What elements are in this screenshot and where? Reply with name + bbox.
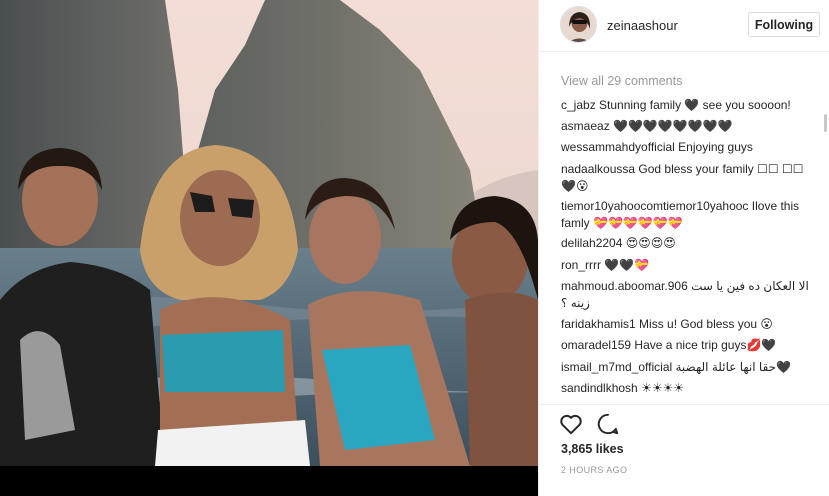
- comment-username[interactable]: delilah2204: [561, 236, 622, 250]
- comment-username[interactable]: ron_rrrr: [561, 258, 601, 272]
- comment-text: Have a nice trip guys💋🖤: [634, 338, 777, 352]
- comment-text: 🖤🖤💝: [604, 258, 650, 272]
- avatar[interactable]: [560, 6, 597, 43]
- comment-item: sandindlkhosh ☀☀☀☀: [561, 380, 811, 397]
- comment-username[interactable]: asmaeaz: [561, 119, 610, 133]
- comment-username[interactable]: c_jabz: [561, 98, 596, 112]
- comment-text: Miss u! God bless you 😮: [639, 317, 773, 331]
- comment-username[interactable]: wessammahdyofficial: [561, 140, 675, 154]
- comment-item: ismail_m7md_official حقا انها عائلة الهض…: [561, 359, 811, 376]
- post-username[interactable]: zeinaashour: [607, 18, 678, 33]
- comment-item: faridakhamis1 Miss u! God bless you 😮: [561, 316, 811, 333]
- comment-item: tiemor10yahoocomtiemor10yahooc Ilove thi…: [561, 198, 811, 232]
- comment-item: omaradel159 Have a nice trip guys💋🖤: [561, 337, 811, 354]
- comment-username[interactable]: omaradel159: [561, 338, 631, 352]
- following-button[interactable]: Following: [748, 12, 820, 37]
- comment-username[interactable]: tiemor10yahoocomtiemor10yahooc: [561, 199, 748, 213]
- comment-text: 🖤🖤🖤🖤🖤🖤🖤🖤: [613, 119, 733, 133]
- comments-scrollbar[interactable]: [824, 114, 827, 132]
- comment-item: nadaalkoussa God bless your family ☐☐ ☐☐…: [561, 161, 811, 195]
- comment-item: ron_rrrr 🖤🖤💝: [561, 257, 811, 274]
- post-sidebar: zeinaashour Following View all 29 commen…: [538, 0, 829, 496]
- comment-username[interactable]: sandindlkhosh: [561, 381, 638, 395]
- heart-outline-icon[interactable]: [558, 411, 584, 437]
- comment-item: mahmoud.aboomar.906 الا العكان ده فين يا…: [561, 278, 811, 312]
- comment-text: Enjoying guys: [678, 140, 753, 154]
- comment-item: wessammahdyofficial Enjoying guys: [561, 139, 811, 156]
- comment-username[interactable]: mahmoud.aboomar.906: [561, 279, 688, 293]
- comment-text: حقا انها عائلة الهضبة🖤: [675, 360, 792, 374]
- likes-count[interactable]: 3,865 likes: [561, 442, 624, 456]
- comment-text: ☀☀☀☀: [641, 381, 685, 395]
- comments-list[interactable]: View all 29 comments c_jabz Stunning fam…: [539, 52, 829, 404]
- post-header: zeinaashour Following: [539, 0, 829, 52]
- comment-item: delilah2204 😍😍😍😍: [561, 235, 811, 252]
- comment-item: asmaeaz 🖤🖤🖤🖤🖤🖤🖤🖤: [561, 118, 811, 135]
- comment-item: c_jabz Stunning family 🖤 see you soooon!: [561, 97, 811, 114]
- comment-username[interactable]: faridakhamis1: [561, 317, 636, 331]
- post-actions: 3,865 likes 2 HOURS AGO: [539, 404, 829, 496]
- post-timestamp[interactable]: 2 HOURS AGO: [561, 465, 627, 475]
- post-photo[interactable]: [0, 0, 538, 496]
- comment-text: Stunning family 🖤 see you soooon!: [599, 98, 791, 112]
- comment-username[interactable]: nadaalkoussa: [561, 162, 635, 176]
- comment-username[interactable]: ismail_m7md_official: [561, 360, 672, 374]
- speech-bubble-icon[interactable]: [595, 411, 621, 437]
- comment-text: 😍😍😍😍: [625, 236, 676, 250]
- view-all-comments-link[interactable]: View all 29 comments: [561, 74, 682, 88]
